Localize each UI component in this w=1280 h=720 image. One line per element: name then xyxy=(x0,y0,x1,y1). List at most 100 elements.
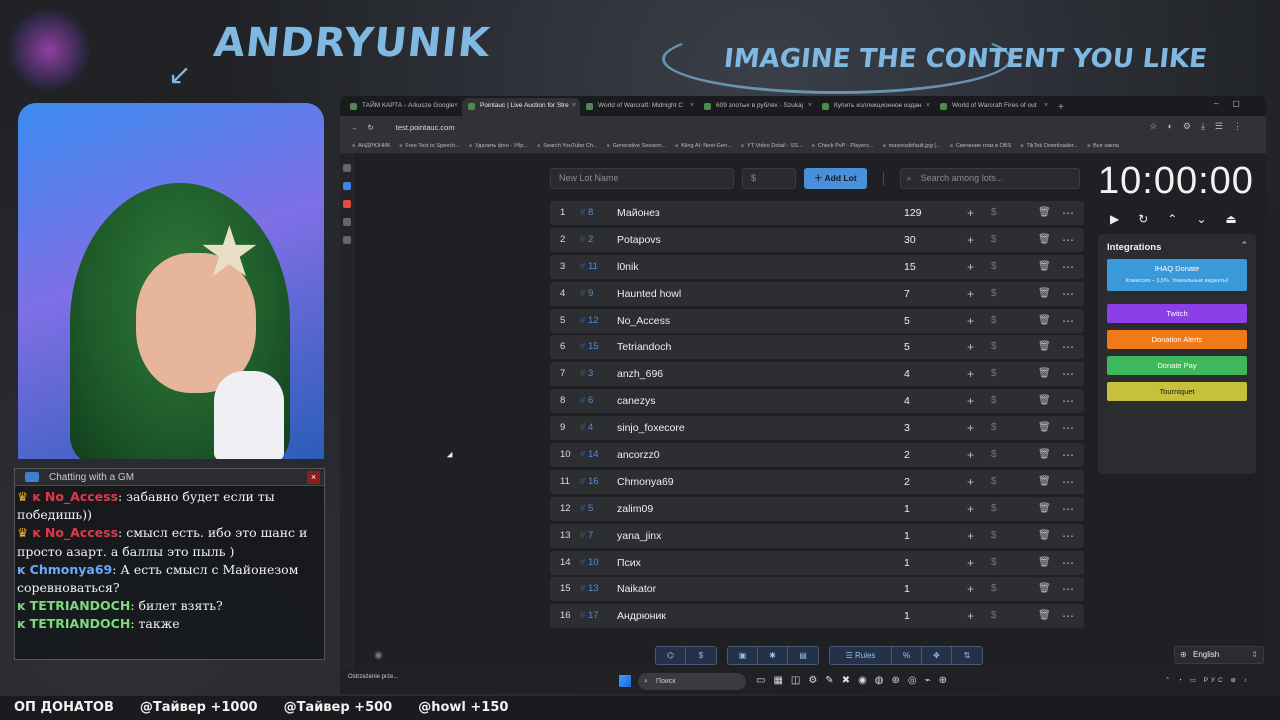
lot-fast-id[interactable]: # 15 xyxy=(580,335,599,359)
percent-icon[interactable]: % xyxy=(892,647,922,664)
lot-name[interactable]: zalim09 xyxy=(617,497,653,521)
add-amount-icon[interactable]: + xyxy=(967,362,974,386)
lot-fast-id[interactable]: # 6 xyxy=(580,389,593,413)
bookmark-item[interactable]: Kling AI: Next-Gen... xyxy=(675,143,741,149)
more-icon[interactable]: ⋯ xyxy=(1062,524,1074,548)
twitch-button[interactable]: Twitch xyxy=(1107,304,1247,323)
taskbar-notification[interactable]: Ostrzeżenie prze... xyxy=(348,673,398,681)
chevron-up-icon[interactable]: ⌃ xyxy=(1240,240,1248,251)
dollar-icon[interactable]: $ xyxy=(991,443,997,467)
system-tray[interactable]: ⌃ ◔ ▭ РУС ⊕ ♪ xyxy=(1165,676,1250,684)
dollar-icon[interactable]: $ xyxy=(991,604,997,628)
lot-fast-id[interactable]: # 14 xyxy=(580,443,599,467)
lot-name[interactable]: No_Access xyxy=(617,309,670,333)
add-amount-icon[interactable]: + xyxy=(967,443,974,467)
bookmark-item[interactable]: Свечение глаз в OBS xyxy=(950,143,1021,149)
lot-fast-id[interactable]: # 16 xyxy=(580,470,599,494)
new-lot-name-input[interactable]: New Lot Name xyxy=(550,168,734,189)
donate-pay-button[interactable]: Donate Pay xyxy=(1107,356,1247,375)
lot-amount[interactable]: 5 xyxy=(904,309,910,333)
lot-amount[interactable]: 1 xyxy=(904,551,910,575)
rail-icon[interactable] xyxy=(343,200,351,208)
language-select[interactable]: ⊕ English ⇕ xyxy=(1174,646,1264,664)
trash-icon[interactable]: 🗑 xyxy=(1038,362,1051,386)
add-amount-icon[interactable]: + xyxy=(967,577,974,601)
rail-icon[interactable] xyxy=(343,218,351,226)
lot-fast-id[interactable]: # 17 xyxy=(580,604,599,628)
taskbar-app-icons[interactable]: ▭▦◫⚙✎✖◉◍⊛◎⌁⊕ xyxy=(756,675,955,686)
dollar-icon[interactable]: $ xyxy=(991,577,997,601)
lot-fast-id[interactable]: # 11 xyxy=(580,255,598,279)
lot-fast-id[interactable]: # 7 xyxy=(580,524,593,548)
more-icon[interactable]: ⋯ xyxy=(1062,443,1074,467)
browser-tab[interactable]: Купить коллекционное издан × xyxy=(816,98,934,116)
back-icon[interactable]: → xyxy=(350,123,358,132)
lot-amount[interactable]: 2 xyxy=(904,443,910,467)
tourniquet-button[interactable]: Tourniquet xyxy=(1107,382,1247,401)
lot-name[interactable]: anzh_696 xyxy=(617,362,663,386)
close-icon[interactable]: × xyxy=(926,102,930,109)
bookmark-item[interactable]: Все закла xyxy=(1087,143,1128,149)
dollar-icon[interactable]: $ xyxy=(991,201,997,225)
more-icon[interactable]: ⋯ xyxy=(1062,551,1074,575)
ihaq-donate-button[interactable]: IHAQ Donate Комиссия – 3,5%. Уникальные … xyxy=(1107,259,1247,291)
close-icon[interactable]: × xyxy=(1044,102,1048,109)
lot-name[interactable]: Naikator xyxy=(617,577,656,601)
dollar-icon[interactable]: $ xyxy=(991,282,997,306)
lot-name[interactable]: yana_jinx xyxy=(617,524,661,548)
lot-name[interactable]: Майонез xyxy=(617,201,660,225)
new-tab-button[interactable]: + xyxy=(1052,102,1070,116)
browser-tab[interactable]: ТАЙМ КАРТА - Arkusze Google × xyxy=(344,98,462,116)
more-icon[interactable]: ⋯ xyxy=(1062,604,1074,628)
bookmark-item[interactable]: Check PvP - Players... xyxy=(812,143,883,149)
lot-name[interactable]: canezys xyxy=(617,389,656,413)
url-field[interactable]: test.pointauc.com xyxy=(396,123,455,132)
lot-name[interactable]: sinjo_foxecore xyxy=(617,416,685,440)
lot-amount[interactable]: 30 xyxy=(904,228,916,252)
browser-tab[interactable]: 609 злотых в рублях - Szukaj × xyxy=(698,98,816,116)
bookmark-item[interactable]: Удалить фон - Убр... xyxy=(469,143,537,149)
dollar-icon[interactable]: $ xyxy=(991,524,997,548)
close-icon[interactable]: × xyxy=(454,102,458,109)
bookmark-item[interactable]: YT Video Detail - SS... xyxy=(741,143,812,149)
bookmark-item[interactable]: АНДРЮНИК xyxy=(352,143,399,149)
add-amount-icon[interactable]: + xyxy=(967,416,974,440)
move-icon[interactable]: ✥ xyxy=(922,647,952,664)
dollar-icon[interactable]: $ xyxy=(991,497,997,521)
windows-start-icon[interactable] xyxy=(619,675,631,687)
add-amount-icon[interactable]: + xyxy=(967,309,974,333)
add-amount-icon[interactable]: + xyxy=(967,551,974,575)
lot-fast-id[interactable]: # 8 xyxy=(580,201,593,225)
lot-name[interactable]: Chmonya69 xyxy=(617,470,674,494)
trash-icon[interactable]: 🗑 xyxy=(1038,201,1051,225)
more-icon[interactable]: ⋯ xyxy=(1062,309,1074,333)
trash-icon[interactable]: 🗑 xyxy=(1038,524,1051,548)
add-amount-icon[interactable]: + xyxy=(967,497,974,521)
dollar-icon[interactable]: $ xyxy=(991,389,997,413)
lot-fast-id[interactable]: # 13 xyxy=(580,577,599,601)
eye-icon[interactable]: ◉ xyxy=(374,650,383,661)
more-icon[interactable]: ⋯ xyxy=(1062,255,1074,279)
lot-amount[interactable]: 15 xyxy=(904,255,916,279)
lot-fast-id[interactable]: # 3 xyxy=(580,362,593,386)
rail-icon[interactable] xyxy=(343,164,351,172)
lot-search-input[interactable]: ⌕ Search among lots... xyxy=(899,168,1080,189)
more-icon[interactable]: ⋯ xyxy=(1062,389,1074,413)
add-amount-icon[interactable]: + xyxy=(967,470,974,494)
lot-fast-id[interactable]: # 12 xyxy=(580,309,599,333)
add-amount-icon[interactable]: + xyxy=(967,335,974,359)
more-icon[interactable]: ⋯ xyxy=(1062,416,1074,440)
chat-close-button[interactable]: × xyxy=(307,471,320,484)
add-amount-icon[interactable]: + xyxy=(967,201,974,225)
bookmark-item[interactable]: Free Text to Speech... xyxy=(399,143,469,149)
rail-icon[interactable] xyxy=(343,182,351,190)
browser-tab[interactable]: World of Warcraft: Midnight C × xyxy=(580,98,698,116)
close-icon[interactable]: × xyxy=(808,102,812,109)
reset-icon[interactable]: ↻ xyxy=(1138,212,1167,226)
lot-amount[interactable]: 3 xyxy=(904,416,910,440)
more-icon[interactable]: ⋯ xyxy=(1062,470,1074,494)
bookmark-item[interactable]: TikTok Downloader... xyxy=(1020,143,1087,149)
bookmark-item[interactable]: maxresdefault.jpg (... xyxy=(883,143,950,149)
dollar-icon[interactable]: $ xyxy=(991,362,997,386)
lot-amount[interactable]: 1 xyxy=(904,604,910,628)
